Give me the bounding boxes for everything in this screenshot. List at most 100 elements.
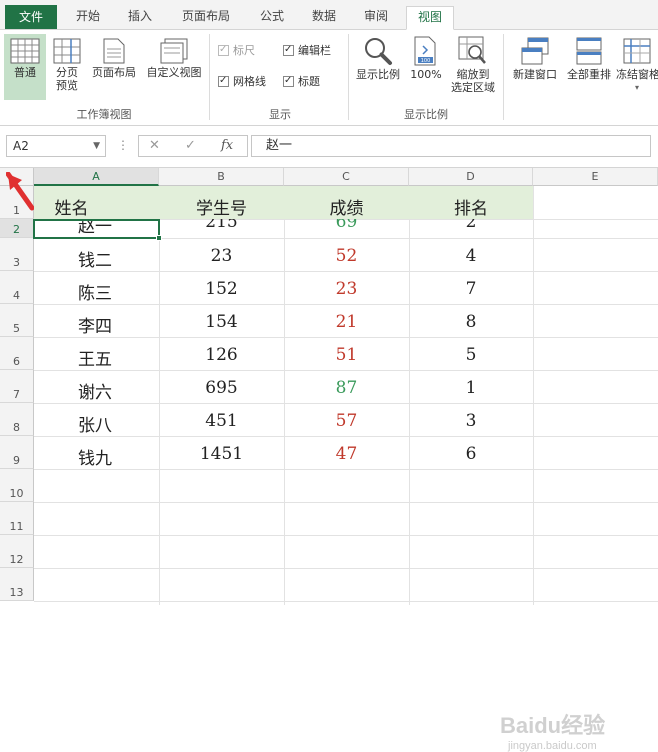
gridline bbox=[34, 535, 658, 536]
custom-views-button[interactable]: 自定义视图 bbox=[142, 38, 206, 104]
chevron-down-icon[interactable]: ▼ bbox=[93, 136, 100, 156]
fill-handle[interactable] bbox=[156, 235, 162, 241]
row-header-3[interactable]: 3 bbox=[0, 238, 34, 271]
arrange-all-button[interactable]: 全部重排 bbox=[562, 36, 616, 102]
column-header-a[interactable]: A bbox=[34, 168, 159, 186]
cell-student-id[interactable]: 1451 bbox=[159, 444, 284, 464]
tab-view[interactable]: 视图 bbox=[406, 6, 454, 30]
row-header-9[interactable]: 9 bbox=[0, 436, 34, 469]
cell-rank[interactable]: 1 bbox=[409, 378, 533, 398]
formula-input[interactable]: 赵一 bbox=[251, 135, 651, 157]
tab-insert[interactable]: 插入 bbox=[118, 6, 162, 30]
cell-student-id[interactable]: 152 bbox=[159, 279, 284, 299]
insert-function-icon[interactable]: fx bbox=[221, 138, 233, 153]
confirm-icon[interactable]: ✓ bbox=[185, 138, 196, 153]
row-header-13[interactable]: 13 bbox=[0, 568, 34, 601]
custom-views-label: 自定义视图 bbox=[146, 66, 202, 79]
cell-score[interactable]: 57 bbox=[284, 411, 409, 431]
formula-buttons: ✕ ✓ fx bbox=[138, 135, 248, 157]
cell-student-id[interactable]: 23 bbox=[159, 246, 284, 266]
page-break-preview-button[interactable]: 分页 预览 bbox=[48, 38, 86, 104]
page-break-preview-icon bbox=[53, 38, 81, 64]
page-layout-view-button[interactable]: 页面布局 bbox=[88, 38, 140, 104]
tab-file[interactable]: 文件 bbox=[5, 5, 57, 29]
cell-student-id[interactable]: 451 bbox=[159, 411, 284, 431]
cell-rank[interactable]: 4 bbox=[409, 246, 533, 266]
zoom-to-selection-button[interactable]: 缩放到 选定区域 bbox=[446, 36, 500, 102]
normal-view-icon bbox=[10, 38, 40, 64]
cell-score[interactable]: 21 bbox=[284, 312, 409, 332]
zoom-100-button[interactable]: 100 100% bbox=[406, 36, 446, 102]
page-layout-icon bbox=[103, 38, 125, 64]
formula-bar-checkbox[interactable]: 编辑栏 bbox=[283, 43, 331, 58]
cell-student-id[interactable]: 154 bbox=[159, 312, 284, 332]
cell-score[interactable]: 47 bbox=[284, 444, 409, 464]
cell-name[interactable]: 陈三 bbox=[78, 279, 112, 304]
headings-label: 标题 bbox=[298, 75, 320, 88]
cell-student-id[interactable]: 695 bbox=[159, 378, 284, 398]
tab-review[interactable]: 审阅 bbox=[354, 6, 398, 30]
column-header-e[interactable]: E bbox=[533, 168, 658, 186]
name-box[interactable]: A2 ▼ bbox=[6, 135, 106, 157]
more-options-icon[interactable]: ⋮ bbox=[117, 138, 129, 152]
headings-checkbox[interactable]: 标题 bbox=[283, 74, 320, 89]
tab-home[interactable]: 开始 bbox=[66, 6, 110, 30]
row-header-4[interactable]: 4 bbox=[0, 271, 34, 304]
cell-name[interactable]: 王五 bbox=[78, 345, 112, 370]
cell-name[interactable]: 钱二 bbox=[78, 246, 112, 271]
cell-score[interactable]: 51 bbox=[284, 345, 409, 365]
row-header-12[interactable]: 12 bbox=[0, 535, 34, 568]
row-header-2[interactable]: 2 bbox=[0, 219, 34, 238]
cell-rank[interactable]: 3 bbox=[409, 411, 533, 431]
freeze-panes-button[interactable]: 冻结窗格 ▾ bbox=[616, 36, 658, 102]
header-cell-student-id[interactable]: 学生号 bbox=[159, 194, 284, 219]
active-cell-selection[interactable] bbox=[33, 219, 162, 241]
header-cell-name[interactable]: 姓名 bbox=[34, 194, 159, 219]
worksheet-grid[interactable]: A B C D E 1 2 3 4 5 6 7 8 9 10 11 12 13 … bbox=[0, 168, 658, 752]
cell-name[interactable]: 钱九 bbox=[78, 444, 112, 469]
ruler-checkbox[interactable]: 标尺 bbox=[218, 43, 255, 58]
row-header-5[interactable]: 5 bbox=[0, 304, 34, 337]
magnifier-icon bbox=[365, 38, 392, 65]
header-cell-score[interactable]: 成绩 bbox=[284, 194, 409, 219]
cell-score[interactable]: 23 bbox=[284, 279, 409, 299]
group-label-show: 显示 bbox=[269, 108, 291, 121]
column-header-c[interactable]: C bbox=[284, 168, 409, 186]
cell-rank[interactable]: 6 bbox=[409, 444, 533, 464]
normal-view-button[interactable]: 普通 bbox=[4, 34, 46, 100]
new-window-button[interactable]: 新建窗口 bbox=[508, 36, 562, 102]
cell-rank[interactable]: 7 bbox=[409, 279, 533, 299]
row-header-6[interactable]: 6 bbox=[0, 337, 34, 370]
cell-student-id[interactable]: 126 bbox=[159, 345, 284, 365]
tab-data[interactable]: 数据 bbox=[302, 6, 346, 30]
cell-score[interactable]: 52 bbox=[284, 246, 409, 266]
zoom-button[interactable]: 显示比例 bbox=[352, 36, 404, 102]
tab-page-layout[interactable]: 页面布局 bbox=[170, 6, 242, 30]
row-header-7[interactable]: 7 bbox=[0, 370, 34, 403]
gridlines-checkbox[interactable]: 网格线 bbox=[218, 74, 266, 89]
column-header-b[interactable]: B bbox=[159, 168, 284, 186]
formula-bar-label: 编辑栏 bbox=[298, 44, 331, 57]
cell-name[interactable]: 张八 bbox=[78, 411, 112, 436]
cell-score[interactable]: 87 bbox=[284, 378, 409, 398]
tab-formulas[interactable]: 公式 bbox=[250, 6, 294, 30]
zoom-selection-icon bbox=[458, 36, 486, 64]
cell-name[interactable]: 谢六 bbox=[78, 378, 112, 403]
row-header-10[interactable]: 10 bbox=[0, 469, 34, 502]
row-header-11[interactable]: 11 bbox=[0, 502, 34, 535]
cancel-icon[interactable]: ✕ bbox=[149, 138, 160, 153]
gridline bbox=[533, 186, 534, 605]
row-header-8[interactable]: 8 bbox=[0, 403, 34, 436]
gridline bbox=[34, 469, 658, 470]
zoom-selection-label-2: 选定区域 bbox=[451, 81, 495, 94]
gridline bbox=[34, 403, 658, 404]
new-window-icon bbox=[521, 37, 549, 65]
custom-views-icon bbox=[160, 38, 188, 64]
column-header-d[interactable]: D bbox=[409, 168, 533, 186]
cell-rank[interactable]: 5 bbox=[409, 345, 533, 365]
cell-rank[interactable]: 8 bbox=[409, 312, 533, 332]
gridline bbox=[34, 601, 658, 602]
name-box-value: A2 bbox=[13, 139, 29, 153]
cell-name[interactable]: 李四 bbox=[78, 312, 112, 337]
header-cell-rank[interactable]: 排名 bbox=[409, 194, 533, 219]
